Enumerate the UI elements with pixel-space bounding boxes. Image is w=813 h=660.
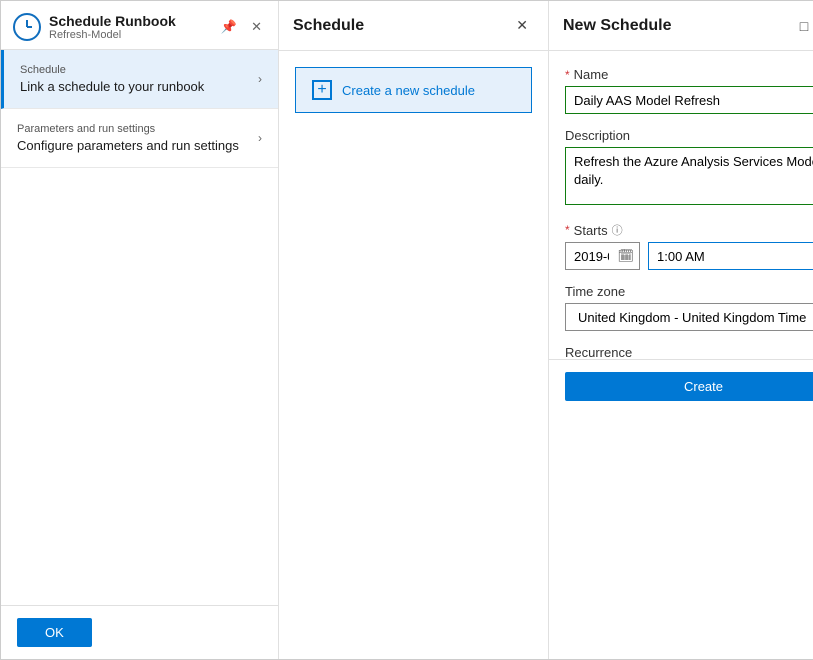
starts-row: 🗓 [565, 242, 813, 270]
maximize-button[interactable]: □ [794, 16, 813, 36]
app-container: Schedule Runbook Refresh-Model 📌 ✕ Sched… [0, 0, 813, 660]
description-textarea-wrap: Refresh the Azure Analysis Services Mode… [565, 147, 813, 208]
schedule-content: + Create a new schedule [279, 51, 548, 659]
date-input-wrap: 🗓 [565, 242, 640, 270]
nav-item-parameters-label: Parameters and run settings [17, 123, 239, 135]
timezone-group: Time zone United Kingdom - United Kingdo… [565, 284, 813, 331]
starts-label: * Starts ⓘ [565, 222, 813, 238]
nav-item-parameters-content: Parameters and run settings Configure pa… [17, 123, 239, 153]
runbook-footer: OK [1, 605, 278, 659]
runbook-close-button[interactable]: ✕ [247, 17, 266, 37]
new-schedule-form: * Name ✓ Description Refresh the Azure A… [549, 51, 813, 359]
timezone-select[interactable]: United Kingdom - United Kingdom Time [565, 303, 813, 331]
starts-required-star: * [565, 223, 570, 237]
starts-label-text: Starts [574, 223, 608, 238]
create-schedule-button[interactable]: + Create a new schedule [295, 67, 532, 113]
panel-schedule: Schedule ✕ + Create a new schedule [279, 1, 549, 659]
new-schedule-header: New Schedule □ ✕ [549, 1, 813, 51]
time-input[interactable] [648, 242, 813, 270]
name-required-star: * [565, 68, 570, 82]
timezone-label-text: Time zone [565, 284, 625, 299]
clock-icon [13, 13, 41, 41]
new-schedule-header-actions: □ ✕ [794, 15, 813, 36]
timezone-label: Time zone [565, 284, 813, 299]
runbook-subtitle: Refresh-Model [49, 29, 176, 41]
pin-icon: 📌 [221, 19, 237, 35]
nav-item-schedule-content: Schedule Link a schedule to your runbook [20, 64, 204, 94]
nav-item-schedule-title: Link a schedule to your runbook [20, 79, 204, 94]
panel-new-schedule: New Schedule □ ✕ * Name ✓ [549, 1, 813, 659]
name-label: * Name [565, 67, 813, 82]
plus-icon: + [312, 80, 332, 100]
starts-group: * Starts ⓘ 🗓 [565, 222, 813, 270]
create-button[interactable]: Create [565, 372, 813, 401]
recurrence-label: Recurrence [565, 345, 813, 359]
close-icon: ✕ [251, 19, 262, 35]
runbook-title: Schedule Runbook [49, 13, 176, 29]
new-schedule-footer: Create [549, 359, 813, 660]
starts-info-icon: ⓘ [612, 222, 623, 238]
chevron-right-icon-2: › [258, 131, 262, 145]
name-label-text: Name [574, 67, 609, 82]
name-input-wrap: ✓ [565, 86, 813, 114]
nav-item-schedule[interactable]: Schedule Link a schedule to your runbook… [1, 50, 278, 109]
recurrence-label-text: Recurrence [565, 345, 632, 359]
schedule-title: Schedule [293, 17, 364, 35]
calendar-icon[interactable]: 🗓 [617, 248, 634, 264]
recurrence-group: Recurrence Once Recurring [565, 345, 813, 359]
description-label-text: Description [565, 128, 630, 143]
runbook-header-actions: 📌 ✕ [217, 17, 266, 37]
runbook-header-text: Schedule Runbook Refresh-Model [49, 13, 176, 41]
runbook-header: Schedule Runbook Refresh-Model 📌 ✕ [1, 1, 278, 50]
name-group: * Name ✓ [565, 67, 813, 114]
name-input[interactable] [565, 86, 813, 114]
pin-button[interactable]: 📌 [217, 17, 241, 37]
schedule-close-button[interactable]: ✕ [510, 15, 534, 36]
description-label: Description [565, 128, 813, 143]
new-schedule-title: New Schedule [563, 17, 671, 35]
ok-button[interactable]: OK [17, 618, 92, 647]
panel-runbook: Schedule Runbook Refresh-Model 📌 ✕ Sched… [1, 1, 279, 659]
description-textarea[interactable]: Refresh the Azure Analysis Services Mode… [565, 147, 813, 205]
nav-item-schedule-label: Schedule [20, 64, 204, 76]
nav-item-parameters[interactable]: Parameters and run settings Configure pa… [1, 109, 278, 168]
create-schedule-label: Create a new schedule [342, 83, 475, 98]
schedule-header: Schedule ✕ [279, 1, 548, 51]
description-group: Description Refresh the Azure Analysis S… [565, 128, 813, 208]
chevron-right-icon: › [258, 72, 262, 86]
nav-item-parameters-title: Configure parameters and run settings [17, 138, 239, 153]
